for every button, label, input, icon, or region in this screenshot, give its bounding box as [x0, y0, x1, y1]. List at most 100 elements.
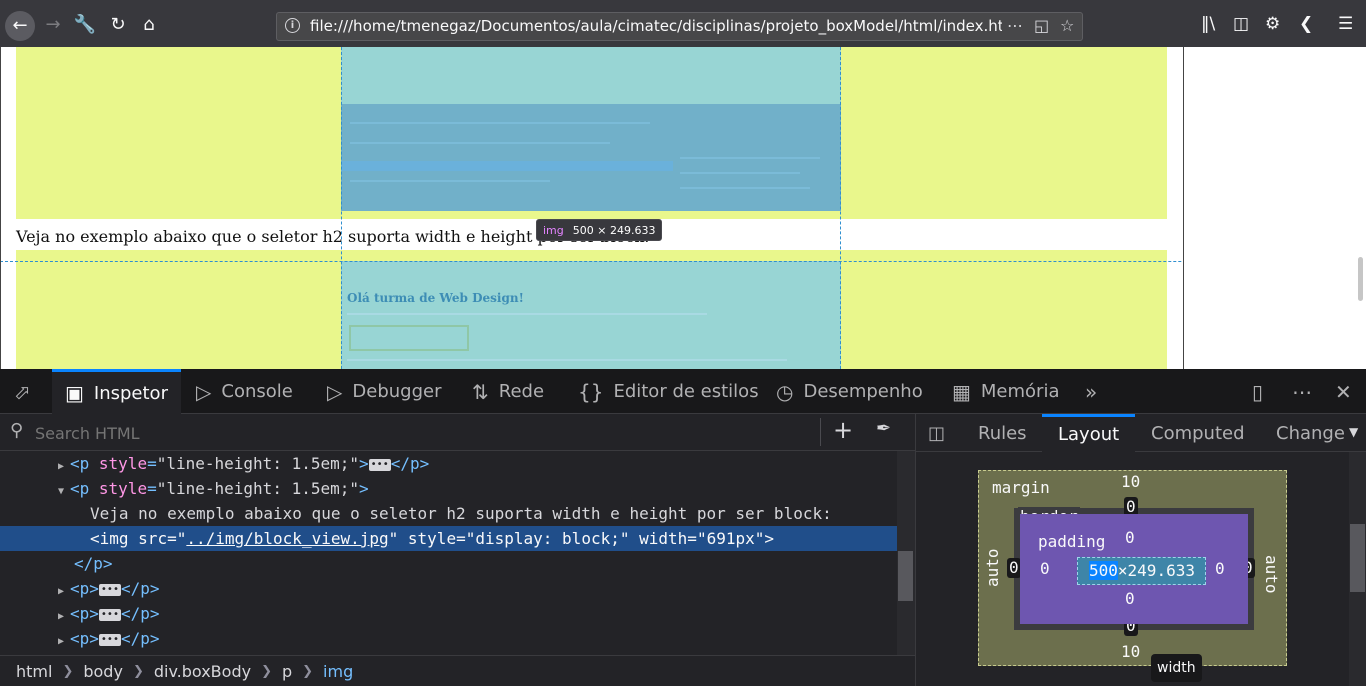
pocket-icon[interactable]: ◱ [1034, 16, 1049, 35]
padding-bottom-value[interactable]: 0 [1125, 589, 1135, 608]
toggle-sidebar-icon[interactable]: ◫ [928, 423, 945, 444]
markup-view: ⚲ + ✒ ▶<p style="line-height: 1.5em;">••… [0, 414, 915, 686]
responsive-design-icon: ▯ [1252, 379, 1264, 404]
more-tabs-button[interactable]: » [1085, 369, 1107, 414]
arrow-right-icon: → [45, 14, 61, 35]
content-width-value[interactable]: 500 [1089, 561, 1118, 580]
chevron-down-icon[interactable]: ▼ [1349, 425, 1358, 439]
markup-node[interactable]: ▼ <p style="line-height: 1.5em;"> [0, 476, 897, 501]
page-actions-icon[interactable]: ⋯ [1007, 16, 1023, 35]
ellipsis-icon[interactable]: ••• [98, 634, 121, 646]
box-model-diagram: margin 10 10 auto auto border 0 0 0 0 pa… [978, 470, 1287, 682]
tooltip-tag: img [543, 223, 564, 237]
breadcrumb-p[interactable]: p [282, 662, 292, 681]
breadcrumb-html[interactable]: html [16, 662, 52, 681]
devtools-tabbar: ⬀ ▣ Inspetor ▷ Console ▷ Debugger ⇅ Rede… [0, 369, 1366, 414]
library-icon[interactable]: ‖\ [1201, 14, 1215, 34]
tab-computed[interactable]: Computed [1151, 414, 1245, 452]
viewport-edge [0, 47, 1, 369]
page-scrollbar[interactable] [1183, 47, 1366, 369]
attr-value: "display: block;" [465, 529, 630, 548]
tab-memory[interactable]: ▦ Memória [952, 369, 1060, 414]
image-highlight [341, 261, 841, 369]
memory-icon: ▦ [952, 379, 971, 404]
reload-button[interactable]: ↻ [103, 10, 133, 40]
url-text[interactable]: file:///home/tmenegaz/Documentos/aula/ci… [310, 17, 1002, 35]
hamburger-menu-icon[interactable]: ☰ [1338, 14, 1353, 34]
margin-top-value[interactable]: 10 [1121, 472, 1140, 491]
scrollbar-thumb[interactable] [898, 551, 913, 601]
breadcrumb-body[interactable]: body [83, 662, 123, 681]
expand-arrow-icon[interactable]: ▶ [58, 629, 70, 654]
tab-label: Change [1276, 422, 1345, 444]
back-button[interactable]: ← [5, 11, 35, 41]
breadcrumb-div[interactable]: div.boxBody [154, 662, 251, 681]
sidebar-scrollbar[interactable] [1349, 452, 1366, 686]
double-chevron-right-icon: » [1085, 379, 1098, 404]
close-icon: ✕ [1335, 379, 1352, 404]
reload-icon: ↻ [110, 14, 126, 35]
ellipsis-icon[interactable]: ••• [98, 584, 121, 596]
markup-node[interactable]: ▶ <p> ••• </p> [0, 601, 897, 626]
gear-icon[interactable]: ⚙ [1265, 14, 1280, 34]
tooltip-dimensions: 500 × 249.633 [572, 223, 656, 237]
margin-right-value[interactable]: auto [1262, 555, 1281, 594]
home-button[interactable]: ⌂ [134, 10, 164, 40]
tab-style-editor[interactable]: {} Editor de estilos [578, 369, 759, 414]
eyedropper-icon[interactable]: ✒ [876, 418, 891, 439]
attr-name: width [639, 529, 688, 548]
search-html-input[interactable] [35, 422, 735, 444]
embedded-line [347, 313, 707, 315]
url-bar[interactable]: i file:///home/tmenegaz/Documentos/aula/… [276, 12, 1083, 41]
tab-changes[interactable]: Change [1276, 414, 1345, 452]
dock-button[interactable]: ▯ [1252, 369, 1273, 414]
sidebar-icon[interactable]: ◫ [1233, 14, 1249, 34]
markup-scrollbar[interactable] [897, 451, 915, 655]
tab-debugger[interactable]: ▷ Debugger [327, 369, 442, 414]
site-info-icon[interactable]: i [285, 18, 300, 33]
markup-node-selected[interactable]: <img src="../img/block_view.jpg" style="… [0, 526, 897, 551]
ellipsis-icon[interactable]: ••• [98, 609, 121, 621]
console-icon: ▷ [196, 379, 212, 404]
devtools-options-button[interactable]: ⋯ [1292, 369, 1322, 414]
border-box: border 0 0 0 0 padding 0 0 0 0 500×249.6… [1007, 497, 1255, 636]
element-picker-button[interactable]: ⬀ [14, 369, 41, 414]
tab-label: Console [221, 381, 293, 402]
debugger-icon: ▷ [327, 379, 343, 404]
markup-node[interactable]: ▶ <p> ••• </p> [0, 626, 897, 655]
tools-button[interactable]: 🔧 [70, 10, 100, 40]
attr-link[interactable]: ../img/block_view.jpg [186, 529, 388, 548]
add-node-icon[interactable]: + [833, 416, 853, 444]
padding-top-value[interactable]: 0 [1125, 528, 1135, 547]
guide-line [840, 47, 841, 369]
border-left-value[interactable]: 0 [1007, 558, 1021, 578]
chevron-left-icon[interactable]: ❮ [1299, 14, 1313, 34]
tab-inspector[interactable]: ▣ Inspetor [52, 369, 181, 414]
wrench-icon: 🔧 [73, 14, 97, 35]
scrollbar-thumb[interactable] [1358, 257, 1363, 301]
markup-node[interactable]: </p> [0, 551, 897, 576]
chevron-right-icon: ❯ [261, 663, 272, 679]
padding-right-value[interactable]: 0 [1215, 559, 1225, 578]
tab-network[interactable]: ⇅ Rede [472, 369, 544, 414]
markup-text-node[interactable]: Veja no exemplo abaixo que o seletor h2 … [0, 501, 897, 526]
scrollbar-thumb[interactable] [1350, 524, 1365, 592]
padding-left-value[interactable]: 0 [1040, 559, 1050, 578]
tab-label: Computed [1151, 422, 1245, 444]
close-devtools-button[interactable]: ✕ [1335, 369, 1362, 414]
tab-layout[interactable]: Layout [1042, 414, 1136, 452]
tab-rules[interactable]: Rules [978, 414, 1027, 452]
tab-performance[interactable]: ◷ Desempenho [776, 369, 923, 414]
tab-console[interactable]: ▷ Console [196, 369, 293, 414]
markup-node[interactable]: ▶ <p style="line-height: 1.5em;"> ••• </p> [0, 451, 897, 476]
tab-label: Editor de estilos [613, 381, 759, 402]
margin-left-value[interactable]: auto [983, 548, 1002, 587]
sidebar-pane: ◫ Rules Layout Computed Change ▼ margin … [915, 414, 1366, 686]
markup-node[interactable]: ▶ <p> ••• </p> [0, 576, 897, 601]
forward-button[interactable]: → [38, 10, 68, 40]
ellipsis-icon[interactable]: ••• [368, 459, 391, 471]
breadcrumb-img[interactable]: img [323, 662, 353, 681]
bookmark-star-icon[interactable]: ☆ [1060, 16, 1074, 35]
margin-bottom-value[interactable]: 10 [1121, 642, 1140, 661]
content-height-value[interactable]: ×249.633 [1118, 561, 1195, 580]
